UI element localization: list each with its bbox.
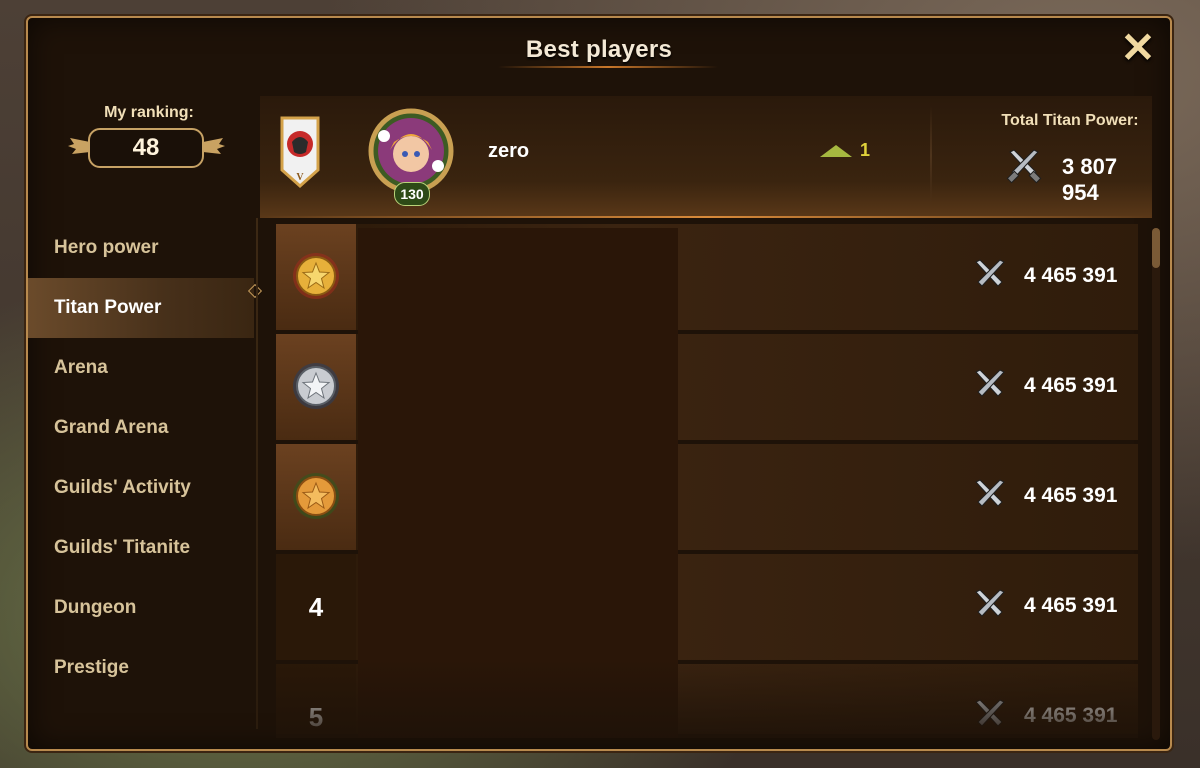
rank-number: 5 [308,702,324,732]
rank-number: 4 [308,592,324,622]
bronze-medal-icon [293,473,339,519]
rank-change: 1 [820,140,870,161]
rank-up-arrow-icon [820,145,852,158]
nav-item-prestige[interactable]: Prestige [28,638,254,698]
nav-item-guilds-titanite[interactable]: Guilds' Titanite [28,518,254,578]
close-icon: ✕ [1120,24,1156,71]
player-level-badge: 130 [394,182,430,206]
row-divider [930,106,932,206]
gold-medal-icon [293,253,339,299]
player-names-column [358,228,678,738]
titan-power-value: 4 465 391 [1024,374,1118,397]
scrollbar-thumb[interactable] [1152,228,1160,268]
best-players-window: Best players ✕ My ranking: 48 Hero power… [26,16,1172,751]
total-titan-power-label: Total Titan Power: [1001,112,1139,129]
nav-item-grand-arena[interactable]: Grand Arena [28,398,254,458]
crossed-swords-icon [975,589,1005,617]
rank-cell [276,224,356,330]
sidebar: My ranking: 48 Hero power Titan Power Ar… [28,78,256,739]
nav-item-arena[interactable]: Arena [28,338,254,398]
nav-item-guilds-activity[interactable]: Guilds' Activity [28,458,254,518]
titan-power-value: 4 465 391 [1024,704,1118,727]
rank-cell [276,444,356,550]
nav-item-titan-power[interactable]: Titan Power [28,278,254,338]
rank-change-value: 1 [860,140,871,160]
leaderboard-scrollbar[interactable] [1152,228,1160,740]
my-ranking-badge: 48 [88,128,204,168]
rank-cell: 4 [276,554,356,660]
nav-item-dungeon[interactable]: Dungeon [28,578,254,638]
svg-text:V: V [296,172,304,183]
rank-cell [276,334,356,440]
my-player-row[interactable]: V 130 zero 1 Total Titan Power: 3 807 95… [260,96,1152,218]
titan-power-value: 4 465 391 [1024,264,1118,287]
crossed-swords-icon [975,699,1005,727]
rank-cell: 5 [276,664,356,734]
player-name: zero [488,140,530,162]
nav-item-hero-power[interactable]: Hero power [28,218,254,278]
total-titan-power-value: 3 807 954 [1062,154,1118,205]
ranking-category-list: Hero power Titan Power Arena Grand Arena… [28,218,254,698]
sidebar-divider [256,218,258,729]
right-wing-icon [203,138,225,154]
title-underline [498,66,718,68]
silver-medal-icon [293,363,339,409]
crossed-swords-icon [1006,149,1042,184]
crossed-swords-icon [975,259,1005,287]
titan-power-value: 4 465 391 [1024,594,1118,617]
titan-power-value: 4 465 391 [1024,484,1118,507]
close-button[interactable]: ✕ [1116,26,1160,70]
my-ranking-label: My ranking: [104,104,194,121]
guild-banner-icon: V [280,116,320,189]
crossed-swords-icon [975,369,1005,397]
window-title: Best players [525,36,673,63]
crossed-swords-icon [975,479,1005,507]
left-wing-icon [68,138,90,154]
